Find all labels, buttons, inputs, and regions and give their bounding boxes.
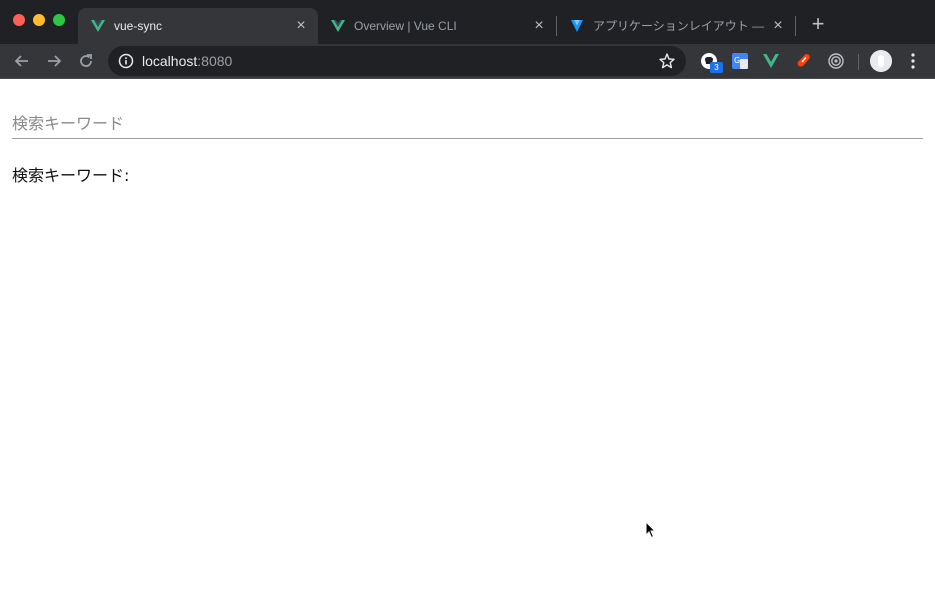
site-info-icon[interactable] <box>118 53 134 69</box>
back-button[interactable] <box>10 49 34 73</box>
target-icon <box>828 53 844 69</box>
tab-close-icon[interactable]: × <box>530 17 548 35</box>
extension-badge: 3 <box>710 62 723 73</box>
vuetify-logo-icon <box>571 20 583 32</box>
address-bar[interactable]: localhost:8080 <box>108 46 686 76</box>
search-input[interactable] <box>12 109 923 139</box>
profile-avatar[interactable] <box>870 50 892 72</box>
new-tab-button[interactable]: + <box>806 13 830 37</box>
target-extension-icon[interactable] <box>827 52 845 70</box>
browser-toolbar: localhost:8080 3 G <box>0 44 935 79</box>
window-minimize-button[interactable] <box>33 14 45 26</box>
svelte-icon <box>797 54 810 67</box>
mouse-pointer-icon <box>645 521 657 539</box>
back-arrow-icon <box>14 55 28 67</box>
tab-title: vue-sync <box>114 19 163 33</box>
vue-logo-icon <box>91 20 105 32</box>
github-extension-icon[interactable]: 3 <box>700 52 723 73</box>
url-text: localhost:8080 <box>142 53 232 69</box>
vue-logo-icon <box>331 20 345 32</box>
google-translate-icon[interactable]: G <box>731 52 749 70</box>
svelte-extension-icon[interactable] <box>795 52 813 70</box>
forward-arrow-icon <box>48 55 62 67</box>
toolbar-divider <box>858 54 859 70</box>
url-port: :8080 <box>197 53 233 69</box>
page-content: 検索キーワード: <box>0 79 935 599</box>
tab-vuetify-layout[interactable]: アプリケーションレイアウト — Vu × <box>557 8 795 44</box>
tab-title: Overview | Vue CLI <box>354 19 457 33</box>
search-keyword-output: 検索キーワード: <box>12 166 130 185</box>
tab-close-icon[interactable]: × <box>292 17 310 35</box>
tab-title: アプリケーションレイアウト — Vu <box>593 19 765 33</box>
window-close-button[interactable] <box>13 14 25 26</box>
browser-title-bar: vue-sync × Overview | Vue CLI × アプリケーション… <box>0 0 935 44</box>
avatar-icon <box>870 50 892 72</box>
url-host: localhost <box>142 53 198 69</box>
tab-vue-cli-overview[interactable]: Overview | Vue CLI × <box>318 8 556 44</box>
window-maximize-button[interactable] <box>53 14 65 26</box>
tab-separator <box>795 16 796 36</box>
translate-icon: G <box>732 53 748 69</box>
bookmark-star-icon[interactable] <box>658 52 676 70</box>
more-menu-icon[interactable] <box>906 52 920 70</box>
svg-text:G: G <box>734 56 740 65</box>
vue-logo-icon <box>763 54 779 68</box>
vue-devtools-icon[interactable] <box>762 52 780 70</box>
forward-button[interactable] <box>42 49 66 73</box>
tab-vue-sync[interactable]: vue-sync × <box>78 8 318 44</box>
tab-close-icon[interactable]: × <box>769 17 787 35</box>
reload-icon <box>80 54 92 67</box>
reload-button[interactable] <box>74 49 98 73</box>
